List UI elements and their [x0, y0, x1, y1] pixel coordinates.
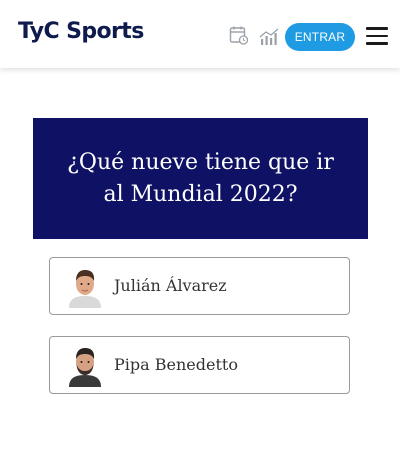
player-avatar-icon	[69, 270, 101, 308]
enter-button[interactable]: ENTRAR	[285, 23, 355, 51]
poll-option-pipa-benedetto[interactable]: Pipa Benedetto	[49, 336, 350, 394]
poll-question: ¿Qué nueve tiene que ir al Mundial 2022?	[67, 149, 334, 207]
hamburger-menu-icon[interactable]	[366, 27, 388, 45]
player-avatar-icon	[69, 348, 101, 387]
tyc-sports-logo[interactable]: TyC Sports	[18, 19, 144, 44]
stats-chart-icon[interactable]	[259, 28, 279, 46]
poll-option-julian-alvarez[interactable]: Julián Álvarez	[49, 257, 350, 315]
option-label: Julián Álvarez	[114, 276, 227, 295]
poll-question-box: ¿Qué nueve tiene que ir al Mundial 2022?	[33, 118, 368, 239]
calendar-icon[interactable]	[229, 25, 249, 45]
option-label: Pipa Benedetto	[114, 355, 238, 374]
top-header: TyC Sports ENTRAR	[0, 0, 400, 68]
